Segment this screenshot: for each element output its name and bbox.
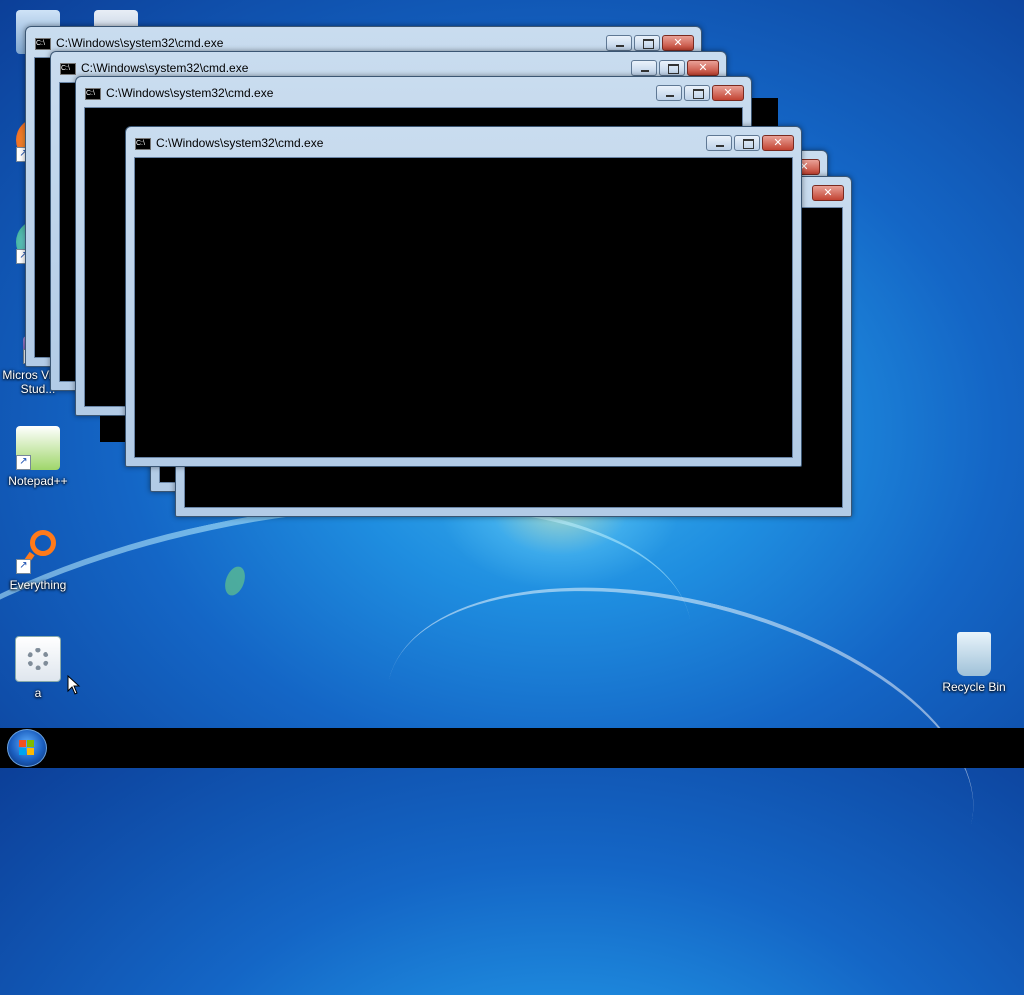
console-area[interactable] [134,157,793,458]
shortcut-arrow-icon: ↗ [16,559,31,574]
desktop-icon-a[interactable]: a [0,636,76,700]
cmd-window-4[interactable]: C:\ C:\Windows\system32\cmd.exe ✕ [125,126,802,467]
window-title: C:\Windows\system32\cmd.exe [156,136,324,150]
everything-search-icon: ↗ [16,530,60,574]
close-button[interactable]: ✕ [687,60,719,76]
maximize-button[interactable] [684,85,710,101]
close-icon: ✕ [723,87,733,99]
maximize-button[interactable] [659,60,685,76]
window-title: C:\Windows\system32\cmd.exe [81,61,249,75]
cmd-icon: C:\ [35,38,51,50]
cmd-icon: C:\ [85,88,101,100]
minimize-icon [716,145,724,147]
minimize-button[interactable] [706,135,732,151]
desktop-icon-notepadpp[interactable]: ↗ Notepad++ [0,426,76,488]
taskbar [0,728,1024,768]
close-icon: ✕ [698,62,708,74]
maximize-icon [743,139,754,149]
mouse-pointer-icon [67,675,81,695]
window-controls: ✕ [810,185,844,201]
desktop-icon-label: Recycle Bin [942,680,1006,694]
minimize-icon [616,45,624,47]
start-button[interactable] [7,729,47,767]
close-icon: ✕ [673,37,683,49]
window-title: C:\Windows\system32\cmd.exe [56,36,224,50]
minimize-button[interactable] [631,60,657,76]
maximize-button[interactable] [634,35,660,51]
cmd-icon: C:\ [135,138,151,150]
maximize-button[interactable] [734,135,760,151]
close-button[interactable]: ✕ [662,35,694,51]
minimize-icon [666,95,674,97]
wallpaper-leaf [221,563,249,599]
settings-gear-icon [15,636,61,682]
window-controls: ✕ [704,135,794,151]
maximize-icon [643,39,654,49]
desktop-icon-label: a [34,686,42,700]
minimize-icon [641,70,649,72]
window-controls: ✕ [629,60,719,76]
close-button[interactable]: ✕ [762,135,794,151]
desktop-icon-recycle-bin[interactable]: Recycle Bin [936,632,1012,694]
notepad-plus-plus-icon: ↗ [16,426,60,470]
close-button[interactable]: ✕ [712,85,744,101]
close-button[interactable]: ✕ [812,185,844,201]
close-icon: ✕ [773,137,783,149]
maximize-icon [693,89,704,99]
desktop-icon-label: Everything [9,578,67,592]
windows-logo-icon [19,740,35,756]
cmd-icon: C:\ [60,63,76,75]
desktop-icon-label: Notepad++ [8,474,68,488]
maximize-icon [668,64,679,74]
minimize-button[interactable] [606,35,632,51]
window-controls: ✕ [604,35,694,51]
shortcut-arrow-icon: ↗ [16,455,31,470]
minimize-button[interactable] [656,85,682,101]
window-controls: ✕ [654,85,744,101]
window-title: C:\Windows\system32\cmd.exe [106,86,274,100]
recycle-bin-icon [957,632,991,676]
desktop-icon-everything[interactable]: ↗ Everything [0,530,76,592]
